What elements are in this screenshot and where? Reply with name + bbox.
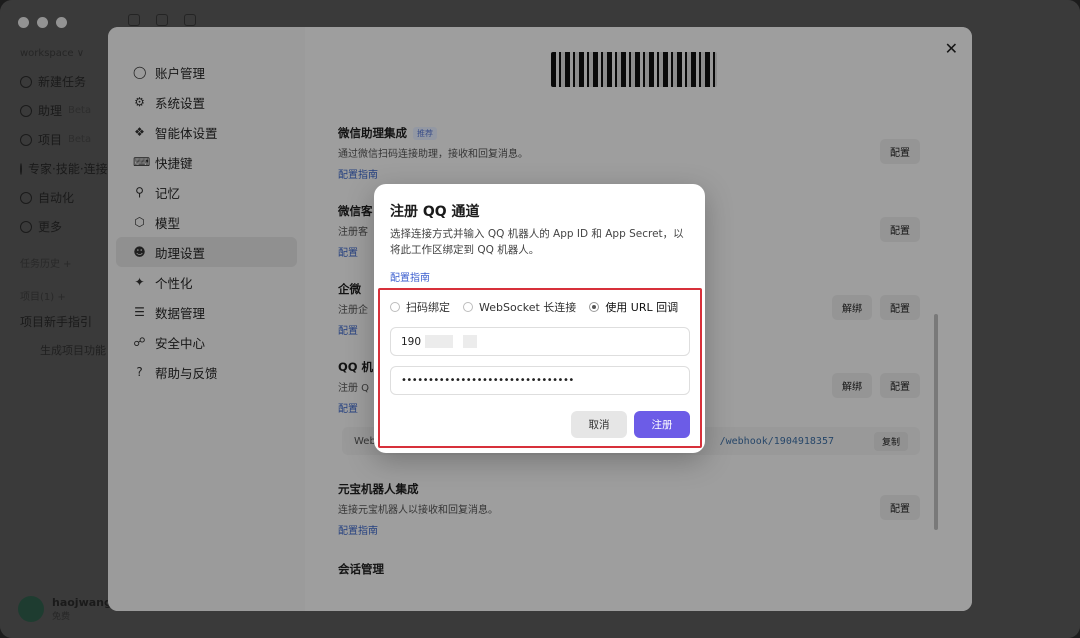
register-button[interactable]: 注册: [634, 411, 690, 438]
app-secret-value: ••••••••••••••••••••••••••••••••: [401, 375, 574, 386]
register-qq-dialog: 注册 QQ 通道 选择连接方式并输入 QQ 机器人的 App ID 和 App …: [374, 184, 705, 453]
connection-mode-group: 扫码绑定 WebSocket 长连接 使用 URL 回调: [390, 299, 678, 315]
radio-circle: [463, 302, 473, 312]
redaction-mask: [425, 335, 454, 348]
radio-scan-bind[interactable]: 扫码绑定: [390, 299, 450, 315]
dialog-description: 选择连接方式并输入 QQ 机器人的 App ID 和 App Secret，以将…: [390, 228, 684, 256]
redaction-mask: [463, 335, 478, 348]
app-id-field[interactable]: 190: [390, 327, 690, 356]
app-secret-field[interactable]: ••••••••••••••••••••••••••••••••: [390, 366, 690, 395]
cancel-button[interactable]: 取消: [571, 411, 627, 438]
config-guide-link[interactable]: 配置指南: [390, 269, 430, 284]
radio-circle: [589, 302, 600, 312]
radio-websocket[interactable]: WebSocket 长连接: [463, 299, 576, 315]
app-id-value: 190: [401, 335, 422, 348]
radio-circle: [390, 302, 400, 312]
dialog-title: 注册 QQ 通道: [390, 204, 480, 220]
radio-url-callback[interactable]: 使用 URL 回调: [589, 299, 678, 315]
